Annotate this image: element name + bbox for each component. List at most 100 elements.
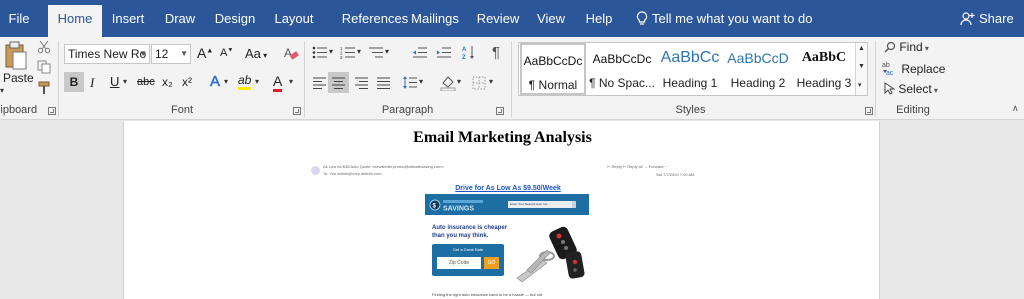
zip-code-field: Zip Code	[437, 257, 481, 269]
tab-file[interactable]: File	[0, 0, 38, 37]
chevron-down-icon[interactable]: ▾	[489, 77, 493, 86]
chevron-down-icon[interactable]: ▾	[419, 77, 423, 86]
share-label: Share	[979, 11, 1014, 26]
align-center-button[interactable]	[328, 72, 349, 93]
align-right-icon[interactable]	[354, 77, 369, 89]
style-sample: AaBbC	[801, 50, 847, 65]
chevron-down-icon[interactable]: ▾	[289, 77, 293, 86]
superscript-button[interactable]: x²	[182, 75, 192, 89]
paste-icon[interactable]	[4, 41, 28, 71]
format-painter-icon[interactable]	[37, 81, 51, 95]
text-effects-button[interactable]: A	[210, 73, 221, 91]
collapse-ribbon-icon[interactable]: ∧	[1012, 103, 1019, 114]
tab-draw[interactable]: Draw	[158, 0, 202, 37]
chevron-down-icon[interactable]: ▾	[457, 77, 461, 86]
divider	[511, 41, 512, 117]
promo-headline: Drive for As Low As $9.50/Week	[455, 185, 561, 192]
tab-insert[interactable]: Insert	[106, 0, 150, 37]
tab-help[interactable]: Help	[580, 0, 618, 37]
rate-card-title: Get a Great Rate	[452, 247, 484, 252]
tab-home[interactable]: Home	[48, 5, 102, 37]
font-color-button[interactable]: A	[273, 73, 283, 92]
clear-formatting-icon[interactable]: A	[283, 45, 299, 61]
bold-button[interactable]: B	[64, 72, 84, 92]
cut-icon[interactable]	[37, 40, 51, 54]
line-spacing-icon[interactable]	[402, 75, 418, 90]
style-name: ¶ No Spac...	[589, 76, 655, 90]
chevron-up-icon[interactable]: ▲	[858, 45, 865, 52]
style-heading-2[interactable]: AaBbCcD Heading 2	[725, 43, 791, 95]
subscript-button[interactable]: x₂	[162, 75, 173, 89]
select-button[interactable]: Select ▾	[884, 82, 938, 96]
style-no-spacing[interactable]: AaBbCcDc ¶ No Spac...	[589, 43, 655, 95]
chevron-down-icon[interactable]: ▾	[123, 77, 127, 86]
styles-scrollbar[interactable]: ▲ ▼ ▾	[855, 43, 867, 95]
shading-icon[interactable]	[440, 75, 456, 91]
select-label: Select	[898, 82, 932, 96]
chevron-down-icon[interactable]: ▾	[385, 47, 389, 56]
show-formatting-marks-button[interactable]: ¶	[492, 44, 500, 61]
tab-view[interactable]: View	[531, 0, 571, 37]
grow-font-button[interactable]: A▲	[197, 45, 213, 61]
font-size-select[interactable]: 12 ▼	[151, 44, 191, 64]
style-name: Heading 2	[730, 76, 786, 90]
paste-button[interactable]: Paste	[3, 71, 34, 85]
tab-review[interactable]: Review	[472, 0, 524, 37]
svg-text:ab: ab	[882, 62, 890, 69]
style-heading-3[interactable]: AaBbC Heading 3	[793, 43, 855, 95]
increase-indent-icon[interactable]	[436, 46, 452, 59]
replace-button[interactable]: ab ac Replace	[882, 61, 945, 77]
tell-me-search[interactable]: Tell me what you want to do	[636, 0, 812, 37]
sort-icon[interactable]: AZ	[462, 45, 476, 60]
style-normal[interactable]: AaBbCcDc ¶ Normal	[520, 43, 586, 95]
change-case-button[interactable]: Aa ▾	[245, 46, 267, 61]
clipboard-launcher-icon[interactable]	[48, 107, 56, 115]
document-page[interactable]: Email Marketing Analysis As Low As $38 A…	[123, 121, 880, 299]
justify-icon[interactable]	[376, 77, 391, 89]
multilevel-list-icon[interactable]	[368, 46, 384, 59]
more-styles-icon[interactable]: ▾	[858, 81, 862, 89]
font-name-select[interactable]: Times New Ro ▼	[64, 44, 150, 64]
styles-launcher-icon[interactable]	[865, 107, 873, 115]
chevron-down-icon[interactable]: ▾	[224, 77, 228, 86]
bullets-icon[interactable]	[312, 46, 328, 59]
align-center-icon	[332, 77, 345, 89]
editing-group-label: Editing	[896, 104, 930, 116]
pitch-line: Auto insurance is cheaper	[432, 225, 508, 231]
tab-layout[interactable]: Layout	[268, 0, 320, 37]
style-sample: AaBbCc	[660, 49, 720, 66]
chevron-down-icon[interactable]: ▾	[255, 77, 259, 86]
paragraph-launcher-icon[interactable]	[496, 107, 504, 115]
style-sample: AaBbCcD	[727, 50, 789, 66]
strikethrough-button[interactable]: abc	[137, 76, 155, 88]
go-button: GO	[484, 257, 499, 269]
decrease-indent-icon[interactable]	[412, 46, 428, 59]
numbering-icon[interactable]: 123	[340, 46, 356, 59]
underline-button[interactable]: U	[110, 74, 119, 89]
lightbulb-icon	[636, 11, 648, 25]
find-button[interactable]: Find ▾	[884, 40, 929, 54]
borders-icon[interactable]	[472, 76, 486, 90]
chevron-down-icon: ▼	[139, 49, 147, 58]
chevron-down-icon[interactable]: ▾	[329, 47, 333, 56]
promo-search-input: Enter Your Nearest Auto Ins...	[508, 201, 576, 208]
change-case-icon: Aa	[245, 46, 261, 61]
share-button[interactable]: Share	[960, 0, 1014, 37]
tab-design[interactable]: Design	[209, 0, 261, 37]
highlight-button[interactable]: ab	[238, 73, 252, 90]
copy-icon[interactable]	[37, 60, 51, 74]
tab-mailings[interactable]: Mailings	[405, 0, 465, 37]
style-heading-1[interactable]: AaBbCc Heading 1	[657, 43, 723, 95]
paste-dropdown-icon[interactable]: ▾	[0, 86, 4, 95]
chevron-down-icon[interactable]: ▾	[357, 47, 361, 56]
grow-font-icon: A	[197, 45, 207, 61]
font-launcher-icon[interactable]	[293, 107, 301, 115]
align-left-icon[interactable]	[312, 77, 327, 89]
shrink-font-button[interactable]: A▼	[220, 47, 233, 59]
add-person-icon	[960, 12, 975, 26]
italic-button[interactable]: I	[90, 75, 94, 91]
clipboard-label: Clipboard	[0, 104, 38, 116]
chevron-down-icon[interactable]: ▼	[858, 63, 865, 70]
paragraph-group-label: Paragraph	[381, 104, 434, 116]
page-title: Email Marketing Analysis	[413, 129, 592, 146]
